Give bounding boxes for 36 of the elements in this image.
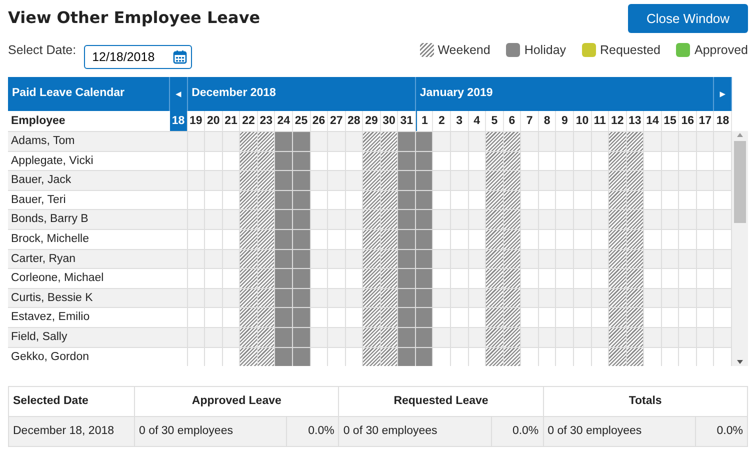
previous-button[interactable]: ◂ <box>170 77 188 111</box>
month-header: December 2018 <box>188 77 416 111</box>
table-cell: 0.0% <box>491 416 544 447</box>
next-button[interactable]: ▸ <box>714 77 732 111</box>
employee-name: Bauer, Jack <box>8 170 170 190</box>
scroll-down-icon[interactable] <box>736 358 744 366</box>
table-cell: 0 of 30 employees <box>338 416 492 447</box>
table-cell: 0 of 30 employees <box>543 416 696 447</box>
column-header: Totals <box>543 386 748 417</box>
column-header: Employee <box>10 114 66 129</box>
column-header: Selected Date <box>8 386 134 417</box>
date-label: Select Date: <box>8 42 76 59</box>
employee-name: Bonds, Barry B <box>8 209 170 229</box>
table-cell: 0 of 30 employees <box>134 416 287 447</box>
employee-name: Adams, Tom <box>8 131 170 151</box>
employee-name: Carter, Ryan <box>8 248 170 268</box>
legend-label: Holiday <box>524 42 566 59</box>
employee-name: Gekko, Gordon <box>8 346 170 366</box>
employee-name: Curtis, Bessie K <box>8 288 170 308</box>
legend-label: Weekend <box>438 42 490 59</box>
close-window-button[interactable]: Close Window <box>628 4 748 33</box>
table-cell: 0.0% <box>695 416 748 447</box>
column-header: Requested Leave <box>338 386 544 417</box>
calendar-title: Paid Leave Calendar <box>8 77 170 111</box>
legend-label: Requested <box>600 42 660 59</box>
page-title: View Other Employee Leave <box>8 8 260 28</box>
day-header[interactable]: 18 <box>170 111 188 131</box>
calendar-icon[interactable] <box>173 50 188 64</box>
table-cell: 0.0% <box>286 416 339 447</box>
table-cell: December 18, 2018 <box>8 416 134 447</box>
date-field[interactable]: 12/18/2018 <box>84 45 192 69</box>
employee-name: Field, Sally <box>8 326 170 347</box>
month-header: January 2019 <box>416 77 714 111</box>
column-header: Approved Leave <box>134 386 339 417</box>
legend-label: Approved <box>694 42 748 59</box>
scrollbar-thumb[interactable] <box>734 141 746 223</box>
